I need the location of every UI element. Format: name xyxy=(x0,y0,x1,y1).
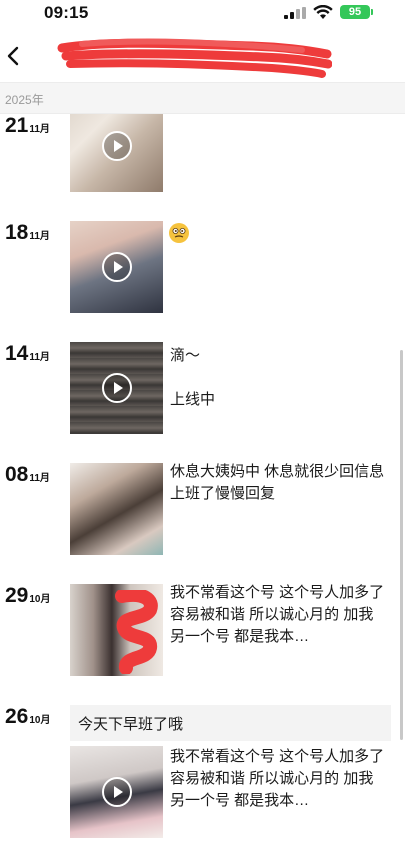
post-date: 2111月 xyxy=(5,114,50,138)
post-day: 08 xyxy=(5,463,29,486)
year-header: 2025年 xyxy=(0,82,405,114)
post-day: 26 xyxy=(5,705,29,728)
moments-feed[interactable]: 2111月 1811月 1411月 滴～ 上线中 0811月 休息大姨妈中 休息… xyxy=(0,114,405,843)
play-icon[interactable] xyxy=(101,776,133,808)
post-text: 休息大姨妈中 休息就很少回信息 上班了慢慢回复 xyxy=(170,463,385,502)
image-thumbnail[interactable] xyxy=(70,584,163,676)
status-bar: 09:15 95 xyxy=(0,0,405,30)
battery-cap xyxy=(371,9,373,15)
emoji-icon xyxy=(169,223,189,243)
redaction-scribble xyxy=(57,38,332,78)
post-date: 0811月 xyxy=(5,463,50,487)
post-text: 我不常看这个号 这个号人加多了 容易被和谐 所以诚心月的 加我另一个号 都是我本… xyxy=(170,748,385,809)
video-thumbnail[interactable] xyxy=(70,463,163,555)
post-month: 11月 xyxy=(29,124,50,135)
video-thumbnail[interactable] xyxy=(70,746,163,838)
nav-bar xyxy=(0,30,405,82)
post-day: 18 xyxy=(5,221,29,244)
redaction-scribble xyxy=(115,590,158,674)
post-month: 10月 xyxy=(29,715,51,726)
post-date: 1411月 xyxy=(5,342,50,366)
video-thumbnail[interactable] xyxy=(70,221,163,313)
post-date: 2610月 xyxy=(5,705,50,729)
post-month: 11月 xyxy=(29,231,50,242)
play-icon[interactable] xyxy=(101,372,133,404)
scrollbar[interactable] xyxy=(400,350,403,740)
post-day: 14 xyxy=(5,342,29,365)
text-only-card[interactable]: 今天下早班了哦 xyxy=(70,705,391,741)
post-day: 29 xyxy=(5,584,29,607)
video-thumbnail[interactable] xyxy=(70,114,163,192)
post-text: 我不常看这个号 这个号人加多了 容易被和谐 所以诚心月的 加我另一个号 都是我本… xyxy=(170,584,385,645)
post-month: 10月 xyxy=(29,594,51,605)
battery-level: 95 xyxy=(348,6,362,18)
post-month: 11月 xyxy=(29,473,50,484)
post-month: 11月 xyxy=(29,352,50,363)
post-date: 2910月 xyxy=(5,584,50,608)
post-date: 1811月 xyxy=(5,221,50,245)
signal-icon xyxy=(284,7,306,19)
battery-icon: 95 xyxy=(340,5,370,19)
thumbnail-image xyxy=(70,463,163,555)
card-text: 今天下早班了哦 xyxy=(78,716,184,733)
post-text-line1: 滴～ xyxy=(170,347,201,364)
post-text-line2: 上线中 xyxy=(170,391,216,408)
year-label: 2025年 xyxy=(5,93,44,107)
post-day: 21 xyxy=(5,114,29,137)
status-time: 09:15 xyxy=(44,3,89,22)
play-icon[interactable] xyxy=(101,251,133,283)
play-icon[interactable] xyxy=(101,130,133,162)
video-thumbnail[interactable] xyxy=(70,342,163,434)
wifi-icon xyxy=(313,5,333,19)
